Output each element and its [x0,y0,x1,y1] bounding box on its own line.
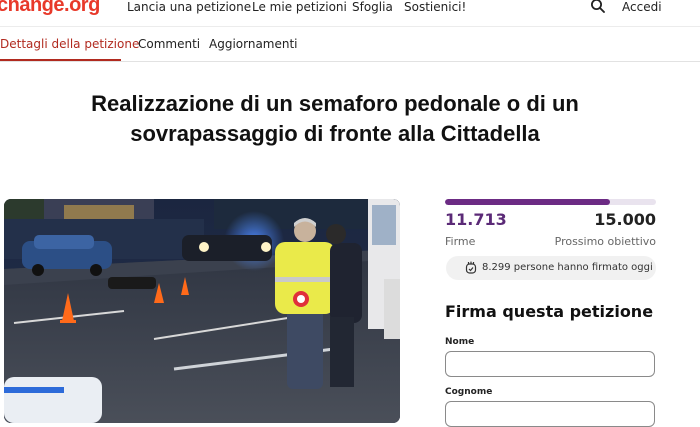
tab-comments[interactable]: Commenti [138,37,200,51]
first-name-label: Nome [445,337,475,347]
petition-title-line-1: Realizzazione di un semaforo pedonale o … [91,91,579,116]
signature-progress-bar [445,199,656,205]
signature-count: 11.713 [445,210,507,229]
nav-my-petitions[interactable]: Le mie petizioni [252,0,347,14]
nav-start-petition[interactable]: Lancia una petizione [127,0,251,14]
signature-count-label: Firme [445,235,476,248]
tab-updates[interactable]: Aggiornamenti [209,37,298,51]
nav-support[interactable]: Sostienici! [404,0,466,14]
signature-goal-label: Prossimo obiettivo [554,235,656,248]
sign-petition-heading: Firma questa petizione [445,302,654,321]
petition-title-line-2: sovrapassaggio di fronte alla Cittadella [130,121,540,146]
signed-today-badge: 8.299 persone hanno firmato oggi [446,256,656,280]
login-link[interactable]: Accedi [622,0,662,14]
tab-petition-details[interactable]: Dettagli della petizione [0,37,139,51]
last-name-field[interactable] [445,401,655,427]
signature-goal: 15.000 [594,210,656,229]
first-name-field[interactable] [445,351,655,377]
petition-photo [4,199,400,423]
active-tab-indicator [0,59,121,61]
petition-tabs: Dettagli della petizione Commenti Aggior… [0,27,700,62]
change-org-logo[interactable]: change.org [0,0,100,17]
nav-browse[interactable]: Sfoglia [352,0,393,14]
signing-hand-icon [465,261,477,274]
last-name-label: Cognome [445,387,493,397]
signature-progress-fill [445,199,610,205]
signed-today-text: 8.299 persone hanno firmato oggi [482,262,653,273]
search-icon[interactable] [590,0,606,14]
top-navigation: change.org Lancia una petizione Le mie p… [0,0,700,27]
petition-title: Realizzazione di un semaforo pedonale o … [40,89,630,149]
night-street-scene-image [4,199,400,423]
